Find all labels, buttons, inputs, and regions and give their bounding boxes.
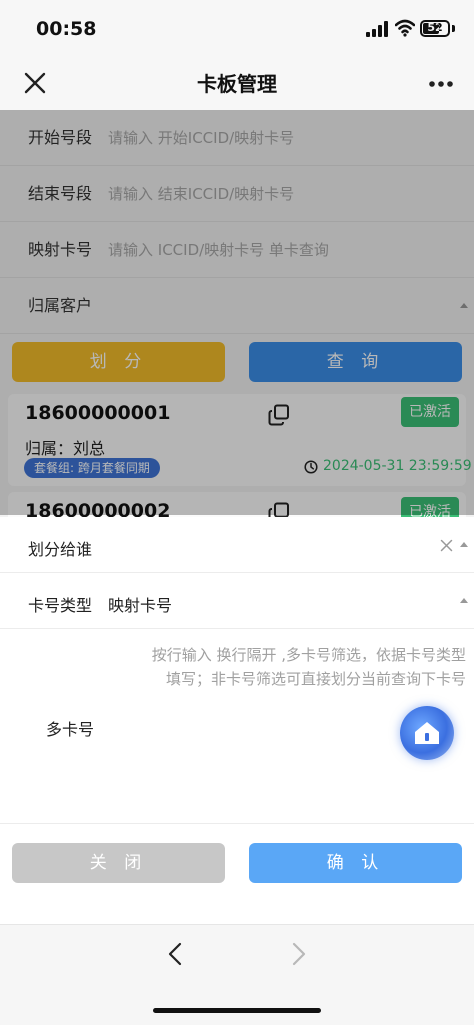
forward-arrow-icon[interactable] — [288, 942, 308, 966]
card-type-value[interactable]: 映射卡号 — [108, 592, 172, 616]
multi-card-textarea[interactable]: 按行输入 换行隔开 ,多卡号筛选，依据卡号类型 填写；非卡号筛选可直接划分当前查… — [110, 643, 466, 691]
back-arrow-icon[interactable] — [166, 942, 186, 966]
modal-overlay[interactable] — [0, 110, 474, 515]
confirm-button[interactable]: 确 认 — [249, 843, 462, 883]
card-type-label: 卡号类型 — [28, 596, 93, 615]
page-title: 卡板管理 — [197, 72, 277, 96]
close-button[interactable]: 关 闭 — [12, 843, 225, 883]
sheet-divider — [0, 823, 474, 824]
cellular-signal-icon — [366, 21, 388, 37]
assign-caret-icon[interactable] — [460, 542, 468, 547]
textarea-placeholder-line-2: 填写；非卡号筛选可直接划分当前查询下卡号 — [165, 670, 466, 688]
battery-level: 52 — [427, 21, 443, 34]
clear-icon[interactable] — [440, 539, 453, 552]
floating-home-button[interactable] — [400, 706, 454, 760]
textarea-placeholder-line-1: 按行输入 换行隔开 ,多卡号筛选，依据卡号类型 — [151, 646, 466, 664]
status-time: 00:58 — [36, 18, 97, 40]
multi-card-label: 多卡号 — [46, 720, 95, 739]
close-icon[interactable] — [22, 70, 48, 96]
battery-icon: 52 — [420, 20, 450, 37]
battery-tip — [452, 25, 455, 32]
wifi-icon — [395, 19, 415, 37]
home-indicator — [153, 1008, 321, 1013]
home-icon — [415, 722, 439, 744]
card-type-caret-icon[interactable] — [460, 598, 468, 603]
assign-to-label: 划分给谁 — [28, 540, 93, 559]
more-options-icon[interactable] — [428, 80, 454, 88]
